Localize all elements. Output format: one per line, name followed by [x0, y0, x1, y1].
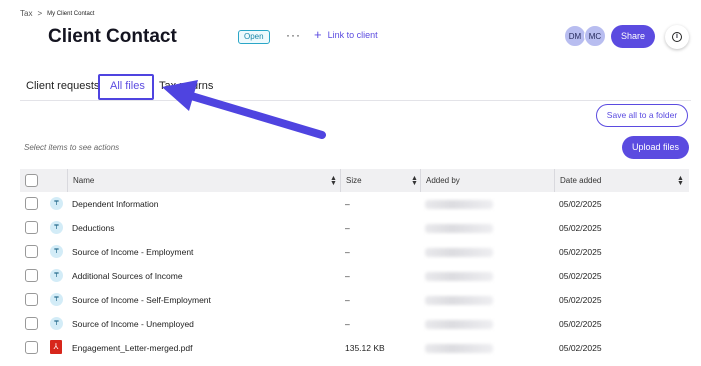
date-added: 05/02/2025: [559, 343, 602, 353]
row-checkbox[interactable]: [25, 293, 38, 306]
file-size: –: [345, 295, 350, 305]
file-name[interactable]: Source of Income - Employment: [72, 240, 193, 264]
added-by-redacted: [425, 272, 493, 281]
pdf-icon: ⅄: [50, 340, 62, 354]
table-row[interactable]: ₸ Source of Income - Self-Employment – 0…: [20, 288, 689, 312]
column-header-added-by[interactable]: Added by: [420, 169, 554, 192]
select-items-hint: Select items to see actions: [24, 143, 120, 152]
save-all-to-folder-button[interactable]: Save all to a folder: [596, 104, 688, 127]
table-row[interactable]: ₸ Dependent Information – 05/02/2025: [20, 192, 689, 216]
tax-file-icon: ₸: [50, 317, 63, 330]
column-header-name[interactable]: Name ▲ ▼: [67, 169, 340, 192]
added-by-redacted: [425, 320, 493, 329]
added-by-redacted: [425, 200, 493, 209]
added-by-redacted: [425, 224, 493, 233]
file-name[interactable]: Additional Sources of Income: [72, 264, 183, 288]
file-name[interactable]: Source of Income - Self-Employment: [72, 288, 211, 312]
table-row[interactable]: ₸ Source of Income - Unemployed – 05/02/…: [20, 312, 689, 336]
file-size: 135.12 KB: [345, 343, 385, 353]
sort-icon[interactable]: ▲ ▼: [330, 175, 337, 187]
tax-file-icon: ₸: [50, 269, 63, 282]
file-size: –: [345, 319, 350, 329]
files-table: Name ▲ ▼ Size ▲ ▼ Added by Date added ▲ ▼ ₸…: [20, 169, 689, 360]
date-added: 05/02/2025: [559, 199, 602, 209]
table-row[interactable]: ₸ Deductions – 05/02/2025: [20, 216, 689, 240]
row-checkbox[interactable]: [25, 245, 38, 258]
file-name[interactable]: Dependent Information: [72, 192, 158, 216]
column-header-name-label: Name: [73, 176, 95, 185]
tax-file-icon: ₸: [50, 197, 63, 210]
date-added: 05/02/2025: [559, 223, 602, 233]
added-by-redacted: [425, 344, 493, 353]
date-added: 05/02/2025: [559, 319, 602, 329]
date-added: 05/02/2025: [559, 295, 602, 305]
row-checkbox[interactable]: [25, 197, 38, 210]
date-added: 05/02/2025: [559, 271, 602, 281]
file-size: –: [345, 199, 350, 209]
file-name[interactable]: Source of Income - Unemployed: [72, 312, 194, 336]
table-row[interactable]: ⅄ Engagement_Letter-merged.pdf 135.12 KB…: [20, 336, 689, 360]
column-header-size[interactable]: Size ▲ ▼: [340, 169, 420, 192]
table-header: Name ▲ ▼ Size ▲ ▼ Added by Date added ▲ ▼: [20, 169, 689, 192]
column-header-size-label: Size: [346, 176, 362, 185]
date-added: 05/02/2025: [559, 247, 602, 257]
tax-file-icon: ₸: [50, 221, 63, 234]
column-header-date-added[interactable]: Date added ▲ ▼: [554, 169, 689, 192]
sort-icon[interactable]: ▲ ▼: [677, 175, 684, 187]
file-size: –: [345, 271, 350, 281]
table-row[interactable]: ₸ Source of Income - Employment – 05/02/…: [20, 240, 689, 264]
row-checkbox[interactable]: [25, 317, 38, 330]
added-by-redacted: [425, 248, 493, 257]
file-name[interactable]: Engagement_Letter-merged.pdf: [72, 336, 193, 360]
file-name[interactable]: Deductions: [72, 216, 115, 240]
sort-icon[interactable]: ▲ ▼: [411, 175, 418, 187]
file-size: –: [345, 223, 350, 233]
tax-file-icon: ₸: [50, 293, 63, 306]
row-checkbox[interactable]: [25, 341, 38, 354]
added-by-redacted: [425, 296, 493, 305]
upload-files-button[interactable]: Upload files: [622, 136, 689, 159]
file-size: –: [345, 247, 350, 257]
column-header-date-label: Date added: [560, 176, 602, 185]
tax-file-icon: ₸: [50, 245, 63, 258]
select-all-checkbox[interactable]: [25, 174, 38, 187]
column-header-added-by-label: Added by: [426, 176, 460, 185]
table-row[interactable]: ₸ Additional Sources of Income – 05/02/2…: [20, 264, 689, 288]
row-checkbox[interactable]: [25, 221, 38, 234]
row-checkbox[interactable]: [25, 269, 38, 282]
